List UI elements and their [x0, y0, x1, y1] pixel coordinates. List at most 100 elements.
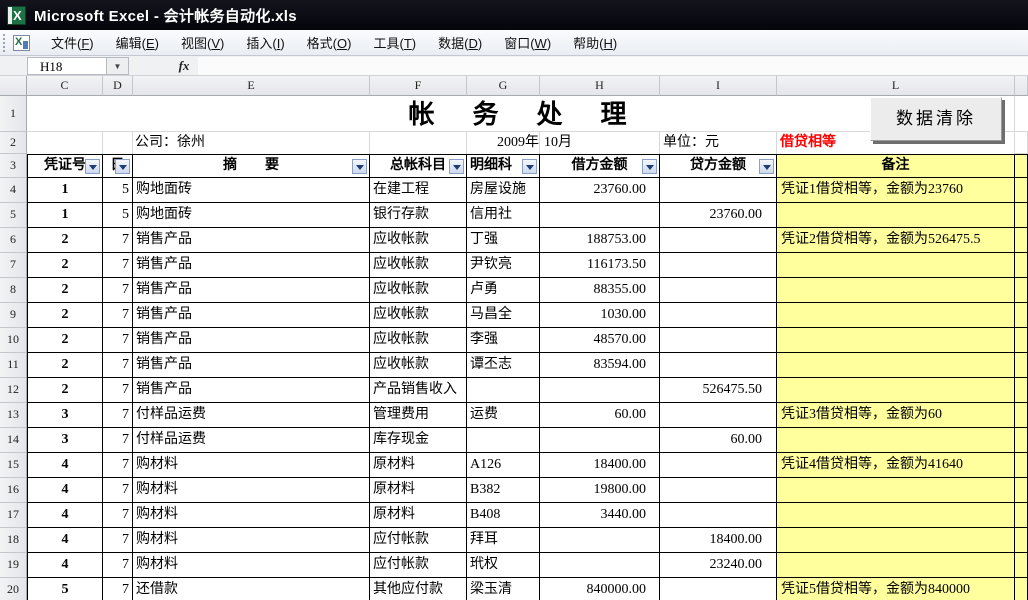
cell-debit[interactable]: 840000.00	[540, 578, 660, 600]
header-credit[interactable]: 贷方金额	[660, 154, 777, 178]
cell-debit[interactable]: 188753.00	[540, 228, 660, 253]
column-header-H[interactable]: H	[540, 76, 660, 96]
cell-remark[interactable]	[777, 353, 1015, 378]
cell-detail[interactable]: 卢勇	[467, 278, 540, 303]
cell-summary[interactable]: 销售产品	[133, 378, 370, 403]
empty-cell[interactable]	[1015, 378, 1028, 403]
row-header[interactable]: 12	[0, 378, 27, 403]
cell-voucher[interactable]: 2	[27, 328, 103, 353]
cell-voucher[interactable]: 3	[27, 428, 103, 453]
empty-cell[interactable]	[27, 132, 103, 154]
cell-detail[interactable]: 拜耳	[467, 528, 540, 553]
cell-debit[interactable]	[540, 528, 660, 553]
cell-voucher[interactable]: 2	[27, 253, 103, 278]
name-box-dropdown-icon[interactable]: ▼	[107, 57, 129, 75]
cell-credit[interactable]	[660, 303, 777, 328]
row-header[interactable]: 4	[0, 178, 27, 203]
cell-detail[interactable]: A126	[467, 453, 540, 478]
cell-detail[interactable]: 李强	[467, 328, 540, 353]
cell-summary[interactable]: 付样品运费	[133, 428, 370, 453]
cell-remark[interactable]	[777, 278, 1015, 303]
cell-debit[interactable]: 60.00	[540, 403, 660, 428]
cell-credit[interactable]: 60.00	[660, 428, 777, 453]
cell-credit[interactable]	[660, 578, 777, 600]
row-header[interactable]: 8	[0, 278, 27, 303]
menu-item[interactable]: 工具(T)	[362, 29, 427, 56]
cell-ledger[interactable]: 应付帐款	[370, 553, 467, 578]
cell-remark[interactable]	[777, 478, 1015, 503]
cell-credit[interactable]	[660, 328, 777, 353]
header-summary[interactable]: 摘 要	[133, 154, 370, 178]
name-box[interactable]: H18	[27, 57, 107, 75]
cell-credit[interactable]: 23240.00	[660, 553, 777, 578]
cell-credit[interactable]	[660, 178, 777, 203]
cell-detail[interactable]: 房屋设施	[467, 178, 540, 203]
cell-summary[interactable]: 销售产品	[133, 278, 370, 303]
empty-cell[interactable]	[1015, 478, 1028, 503]
cell-credit[interactable]	[660, 403, 777, 428]
cell-date[interactable]: 7	[103, 353, 133, 378]
cell-voucher[interactable]: 4	[27, 503, 103, 528]
cell-ledger[interactable]: 银行存款	[370, 203, 467, 228]
cell-debit[interactable]: 19800.00	[540, 478, 660, 503]
cell-detail[interactable]: 运费	[467, 403, 540, 428]
row-header[interactable]: 2	[0, 132, 27, 154]
cell-remark[interactable]: 凭证3借贷相等，金额为60	[777, 403, 1015, 428]
cell-detail[interactable]: 谭丕志	[467, 353, 540, 378]
cell-summary[interactable]: 销售产品	[133, 303, 370, 328]
row-header[interactable]: 15	[0, 453, 27, 478]
cell-debit[interactable]: 1030.00	[540, 303, 660, 328]
cell-detail[interactable]	[467, 378, 540, 403]
cell-detail[interactable]: 丁强	[467, 228, 540, 253]
column-header-C[interactable]: C	[27, 76, 103, 96]
cell-debit[interactable]: 18400.00	[540, 453, 660, 478]
filter-dropdown-icon[interactable]	[522, 159, 537, 174]
menu-item[interactable]: 格式(O)	[296, 29, 363, 56]
filter-dropdown-icon[interactable]	[759, 159, 774, 174]
header-ledger[interactable]: 总帐科目	[370, 154, 467, 178]
cell-date[interactable]: 7	[103, 503, 133, 528]
cell-ledger[interactable]: 应收帐款	[370, 278, 467, 303]
row-header[interactable]: 7	[0, 253, 27, 278]
empty-cell[interactable]	[1015, 132, 1028, 154]
cell-ledger[interactable]: 其他应付款	[370, 578, 467, 600]
cell-credit[interactable]	[660, 478, 777, 503]
cell-summary[interactable]: 销售产品	[133, 228, 370, 253]
cell-remark[interactable]	[777, 428, 1015, 453]
cell-summary[interactable]: 销售产品	[133, 353, 370, 378]
cell-debit[interactable]: 83594.00	[540, 353, 660, 378]
filter-dropdown-icon[interactable]	[642, 159, 657, 174]
cell-voucher[interactable]: 2	[27, 228, 103, 253]
cell-remark[interactable]	[777, 203, 1015, 228]
cell-credit[interactable]	[660, 253, 777, 278]
cell-summary[interactable]: 购材料	[133, 553, 370, 578]
cell-voucher[interactable]: 2	[27, 378, 103, 403]
cell-voucher[interactable]: 3	[27, 403, 103, 428]
cell-ledger[interactable]: 应付帐款	[370, 528, 467, 553]
cell-date[interactable]: 5	[103, 178, 133, 203]
cell-voucher[interactable]: 2	[27, 303, 103, 328]
cell-date[interactable]: 7	[103, 553, 133, 578]
sheet-title-cell[interactable]: 帐 务 处 理	[27, 96, 1015, 132]
row-header[interactable]: 16	[0, 478, 27, 503]
cell-date[interactable]: 7	[103, 253, 133, 278]
cell-date[interactable]: 7	[103, 303, 133, 328]
row-header[interactable]: 11	[0, 353, 27, 378]
row-header[interactable]: 14	[0, 428, 27, 453]
cell-date[interactable]: 7	[103, 328, 133, 353]
column-header-sliver[interactable]	[1015, 76, 1028, 96]
empty-cell[interactable]	[1015, 278, 1028, 303]
row-header[interactable]: 3	[0, 154, 27, 178]
cell-credit[interactable]	[660, 228, 777, 253]
empty-cell[interactable]	[1015, 578, 1028, 600]
filter-dropdown-icon[interactable]	[115, 159, 130, 174]
column-header-F[interactable]: F	[370, 76, 467, 96]
row-header[interactable]: 17	[0, 503, 27, 528]
column-header-G[interactable]: G	[467, 76, 540, 96]
menu-item[interactable]: 数据(D)	[427, 29, 493, 56]
empty-cell[interactable]	[1015, 96, 1028, 132]
header-debit[interactable]: 借方金额	[540, 154, 660, 178]
cell-date[interactable]: 5	[103, 203, 133, 228]
cell-remark[interactable]	[777, 328, 1015, 353]
cell-voucher[interactable]: 1	[27, 178, 103, 203]
